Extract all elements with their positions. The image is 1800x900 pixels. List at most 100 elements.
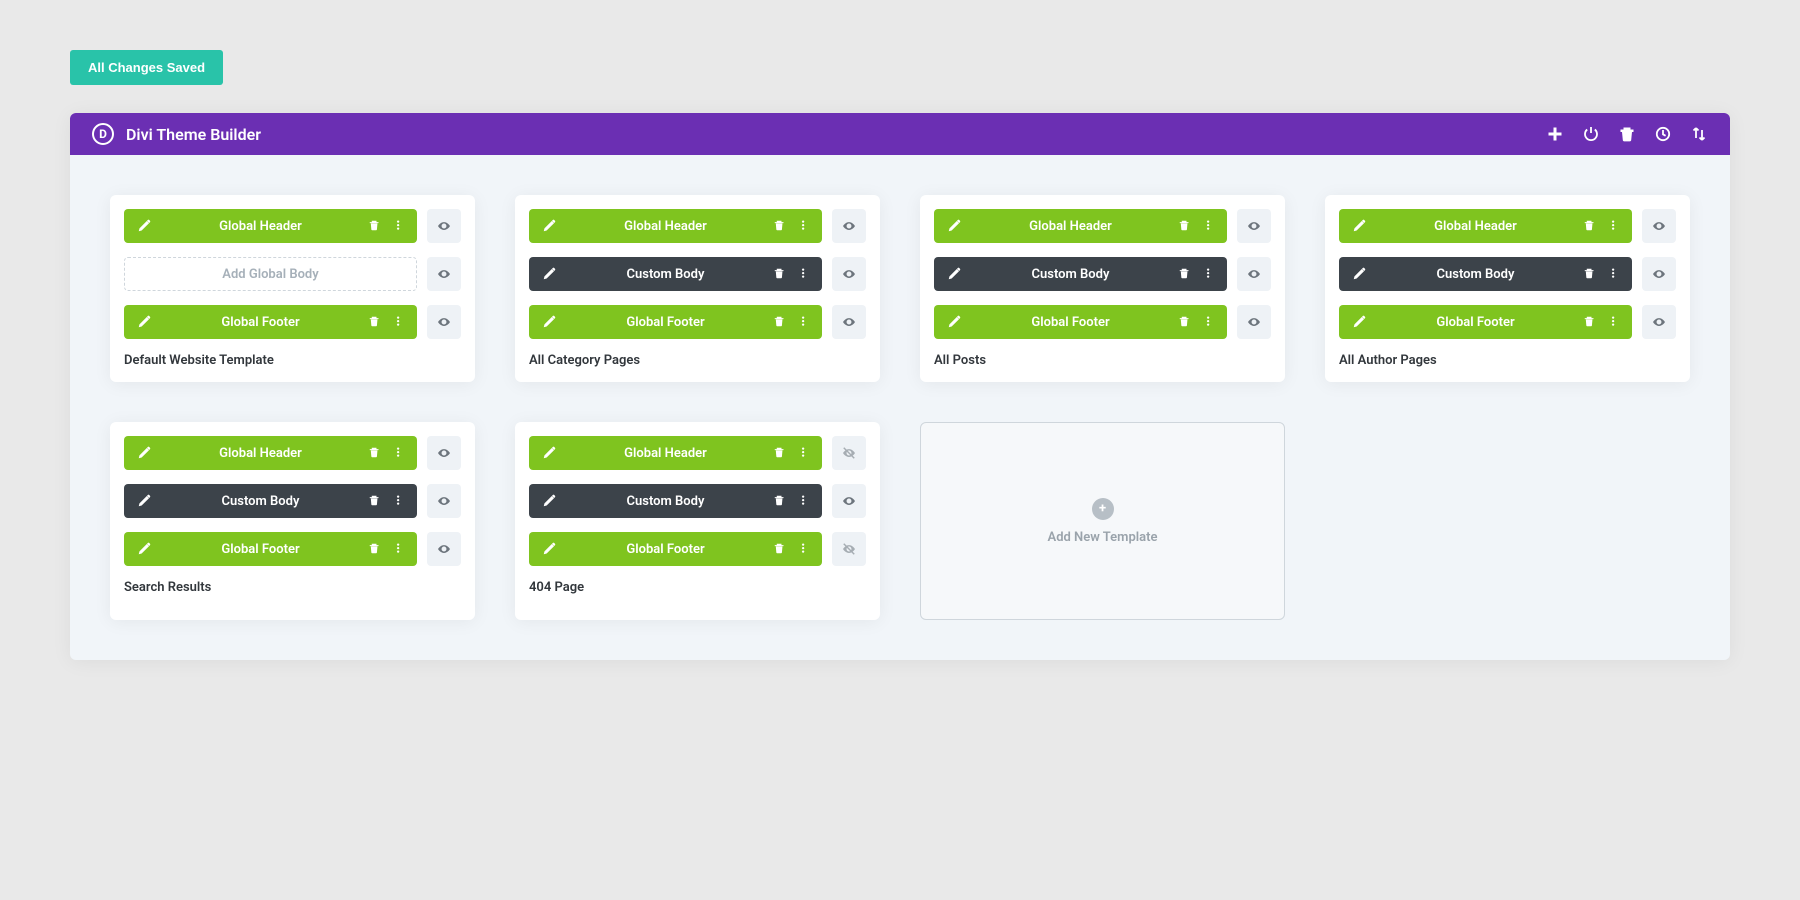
- template-row: Global Header: [529, 209, 866, 243]
- layout-bar[interactable]: Custom Body: [934, 257, 1227, 291]
- layout-bar[interactable]: Global Footer: [124, 305, 417, 339]
- layout-bar[interactable]: Global Header: [934, 209, 1227, 243]
- trash-icon[interactable]: [1580, 267, 1600, 281]
- bar-right-icons: [770, 446, 814, 460]
- edit-icon[interactable]: [1347, 219, 1371, 233]
- layout-bar[interactable]: Global Footer: [1339, 305, 1632, 339]
- add-new-template-card[interactable]: + Add New Template: [920, 422, 1285, 620]
- portability-icon[interactable]: [1690, 125, 1708, 143]
- layout-bar[interactable]: Global Footer: [124, 532, 417, 566]
- visibility-toggle[interactable]: [832, 209, 866, 243]
- edit-icon[interactable]: [537, 494, 561, 508]
- add-icon[interactable]: [1546, 125, 1564, 143]
- template-row: Global Footer: [529, 532, 866, 566]
- edit-icon[interactable]: [1347, 315, 1371, 329]
- layout-bar[interactable]: Global Header: [124, 436, 417, 470]
- layout-bar[interactable]: Global Header: [529, 436, 822, 470]
- trash-icon[interactable]: [770, 446, 790, 460]
- more-icon[interactable]: [389, 315, 409, 329]
- more-icon[interactable]: [1604, 267, 1624, 281]
- layout-bar[interactable]: Global Footer: [529, 532, 822, 566]
- layout-bar[interactable]: Custom Body: [529, 484, 822, 518]
- visibility-toggle[interactable]: [427, 484, 461, 518]
- visibility-toggle[interactable]: [832, 484, 866, 518]
- history-icon[interactable]: [1654, 125, 1672, 143]
- visibility-toggle[interactable]: [832, 257, 866, 291]
- trash-icon[interactable]: [1618, 125, 1636, 143]
- trash-icon[interactable]: [1175, 267, 1195, 281]
- edit-icon[interactable]: [132, 315, 156, 329]
- more-icon[interactable]: [794, 542, 814, 556]
- layout-bar[interactable]: Global Header: [124, 209, 417, 243]
- more-icon[interactable]: [1199, 219, 1219, 233]
- visibility-toggle[interactable]: [1237, 209, 1271, 243]
- trash-icon[interactable]: [1175, 219, 1195, 233]
- visibility-toggle[interactable]: [1237, 305, 1271, 339]
- trash-icon[interactable]: [1580, 219, 1600, 233]
- visibility-toggle[interactable]: [427, 257, 461, 291]
- more-icon[interactable]: [794, 315, 814, 329]
- more-icon[interactable]: [389, 542, 409, 556]
- trash-icon[interactable]: [770, 219, 790, 233]
- trash-icon[interactable]: [1175, 315, 1195, 329]
- edit-icon[interactable]: [537, 446, 561, 460]
- visibility-toggle[interactable]: [1642, 257, 1676, 291]
- edit-icon[interactable]: [537, 219, 561, 233]
- layout-bar[interactable]: Global Footer: [529, 305, 822, 339]
- more-icon[interactable]: [1199, 315, 1219, 329]
- more-icon[interactable]: [1604, 219, 1624, 233]
- visibility-toggle[interactable]: [1237, 257, 1271, 291]
- layout-bar[interactable]: Custom Body: [1339, 257, 1632, 291]
- more-icon[interactable]: [794, 267, 814, 281]
- more-icon[interactable]: [1199, 267, 1219, 281]
- edit-icon[interactable]: [537, 315, 561, 329]
- visibility-toggle[interactable]: [427, 209, 461, 243]
- power-icon[interactable]: [1582, 125, 1600, 143]
- more-icon[interactable]: [794, 219, 814, 233]
- layout-bar[interactable]: Global Header: [1339, 209, 1632, 243]
- edit-icon[interactable]: [132, 542, 156, 556]
- layout-bar[interactable]: Global Header: [529, 209, 822, 243]
- save-changes-button[interactable]: All Changes Saved: [70, 50, 223, 85]
- visibility-toggle[interactable]: [1642, 305, 1676, 339]
- layout-bar[interactable]: Custom Body: [124, 484, 417, 518]
- edit-icon[interactable]: [132, 446, 156, 460]
- visibility-toggle[interactable]: [832, 436, 866, 470]
- visibility-toggle[interactable]: [427, 436, 461, 470]
- visibility-toggle[interactable]: [1642, 209, 1676, 243]
- template-card: Global Header Custom Body: [1325, 195, 1690, 382]
- trash-icon[interactable]: [365, 446, 385, 460]
- trash-icon[interactable]: [1580, 315, 1600, 329]
- edit-icon[interactable]: [537, 542, 561, 556]
- edit-icon[interactable]: [132, 494, 156, 508]
- more-icon[interactable]: [794, 446, 814, 460]
- edit-icon[interactable]: [942, 267, 966, 281]
- trash-icon[interactable]: [365, 494, 385, 508]
- visibility-toggle[interactable]: [832, 532, 866, 566]
- visibility-toggle[interactable]: [832, 305, 866, 339]
- trash-icon[interactable]: [770, 267, 790, 281]
- visibility-toggle[interactable]: [427, 305, 461, 339]
- edit-icon[interactable]: [1347, 267, 1371, 281]
- edit-icon[interactable]: [942, 219, 966, 233]
- more-icon[interactable]: [389, 446, 409, 460]
- edit-icon[interactable]: [942, 315, 966, 329]
- trash-icon[interactable]: [365, 219, 385, 233]
- trash-icon[interactable]: [365, 315, 385, 329]
- more-icon[interactable]: [794, 494, 814, 508]
- trash-icon[interactable]: [770, 542, 790, 556]
- add-global-body-button[interactable]: Add Global Body: [124, 257, 417, 291]
- bar-label: Custom Body: [966, 267, 1175, 282]
- trash-icon[interactable]: [365, 542, 385, 556]
- trash-icon[interactable]: [770, 494, 790, 508]
- layout-bar[interactable]: Global Footer: [934, 305, 1227, 339]
- bar-label: Global Footer: [156, 315, 365, 330]
- edit-icon[interactable]: [132, 219, 156, 233]
- more-icon[interactable]: [389, 494, 409, 508]
- layout-bar[interactable]: Custom Body: [529, 257, 822, 291]
- visibility-toggle[interactable]: [427, 532, 461, 566]
- more-icon[interactable]: [1604, 315, 1624, 329]
- trash-icon[interactable]: [770, 315, 790, 329]
- edit-icon[interactable]: [537, 267, 561, 281]
- more-icon[interactable]: [389, 219, 409, 233]
